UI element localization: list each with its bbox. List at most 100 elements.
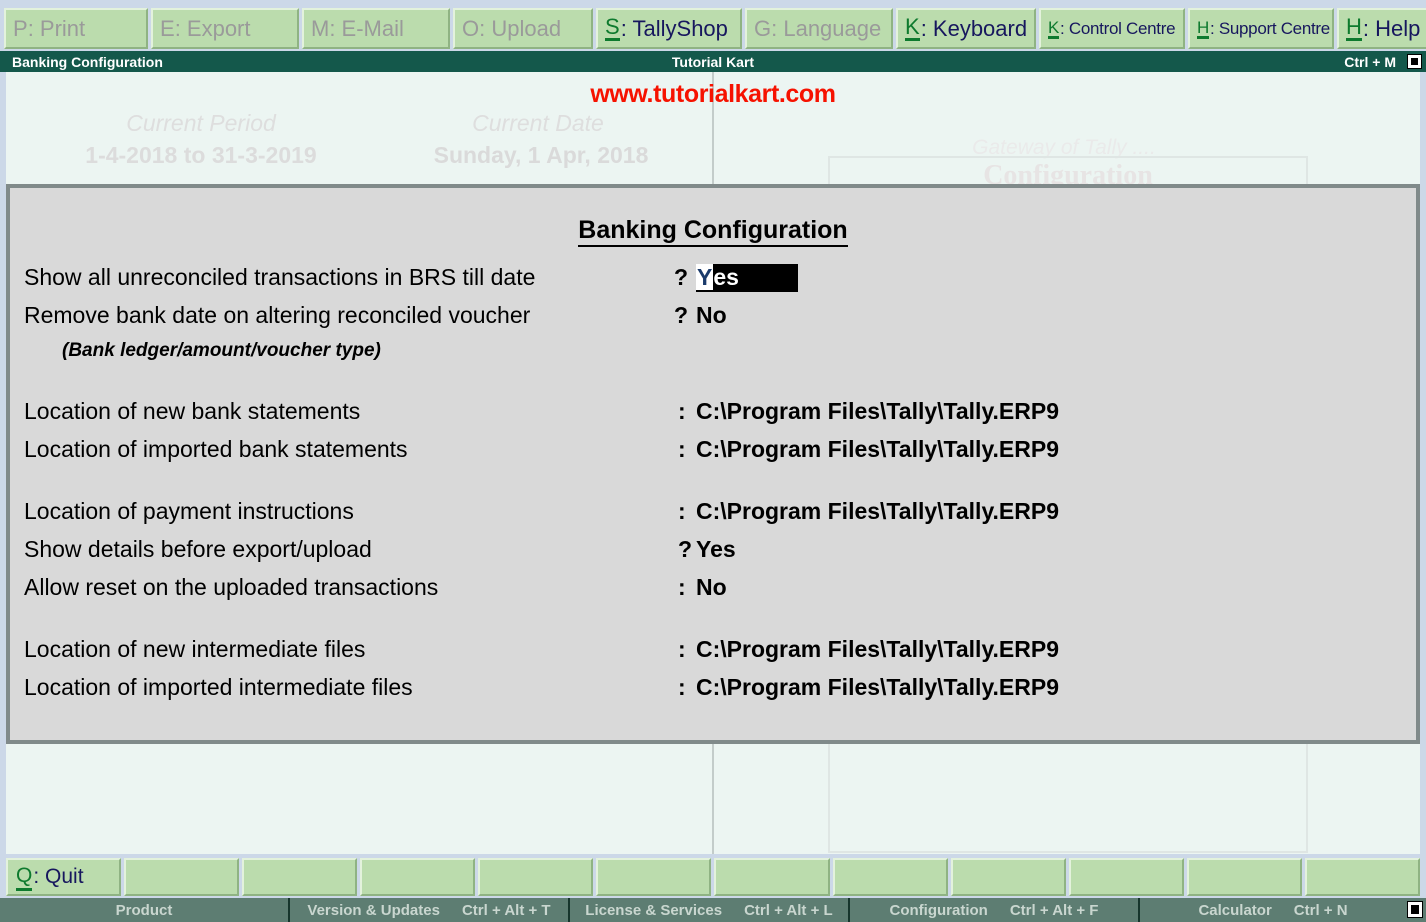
toolbar-button-support-centre[interactable]: H: Support Centre <box>1188 8 1334 49</box>
toolbar-button-label: : Support Centre <box>1209 19 1330 38</box>
toolbar-button-e-mail: M: E-Mail <box>302 8 450 49</box>
toolbar-button-label: : TallyShop <box>620 15 728 41</box>
config-row-value[interactable]: No <box>696 574 727 601</box>
top-button-bar: P: Print E: Export M: E-Mail O: Upload S: Ta… <box>0 8 1426 49</box>
toolbar-hotkey: M <box>311 15 330 41</box>
config-row-note: (Bank ledger/amount/voucher type) <box>10 340 1416 374</box>
function-button-empty-7 <box>832 858 948 896</box>
config-row-value[interactable]: Yes <box>696 536 736 563</box>
toolbar-button-print: P: Print <box>4 8 148 49</box>
config-row-separator: : <box>678 636 686 662</box>
function-hotkey: Q <box>16 864 33 891</box>
function-button-empty-9 <box>1068 858 1184 896</box>
config-row[interactable]: Show all unreconciled transactions in BR… <box>10 264 1416 302</box>
function-button-empty-6 <box>714 858 830 896</box>
config-row[interactable]: Show details before export/upload? Yes <box>10 536 1416 574</box>
toolbar-button-label: : Help <box>1362 15 1421 41</box>
status-cell-product[interactable]: Product <box>0 898 290 922</box>
config-row-value[interactable]: C:\Program Files\Tally\Tally.ERP9 <box>696 436 1059 463</box>
config-note-text: (Bank ledger/amount/voucher type) <box>62 340 381 361</box>
config-row[interactable]: Location of payment instructions: C:\Prog… <box>10 498 1416 536</box>
status-cell-shortcut: Ctrl + Alt + T <box>461 901 551 919</box>
config-row-separator: ? <box>678 536 693 562</box>
toolbar-button-label: : Export <box>174 15 251 41</box>
toolbar-button-keyboard[interactable]: K: Keyboard <box>896 8 1036 49</box>
toolbar-hotkey: P <box>13 15 28 41</box>
config-row-label: Location of new intermediate files <box>24 636 366 662</box>
config-row-label: Location of imported intermediate files <box>24 674 413 700</box>
config-row[interactable]: Location of new intermediate files: C:\Pr… <box>10 636 1416 674</box>
config-row-label: Location of new bank statements <box>24 398 361 424</box>
config-row-value-text: es <box>713 264 739 290</box>
config-row-value[interactable]: C:\Program Files\Tally\Tally.ERP9 <box>696 674 1059 701</box>
config-row[interactable]: Location of imported intermediate files:… <box>10 674 1416 712</box>
function-button-empty-11 <box>1304 858 1420 896</box>
function-button-empty-10 <box>1186 858 1302 896</box>
toolbar-button-label: : Upload <box>479 15 562 41</box>
toolbar-hotkey: O <box>462 15 480 41</box>
status-cell-license-services[interactable]: License & Services Ctrl + Alt + L <box>570 898 850 922</box>
config-row[interactable]: Location of imported bank statements: C:\… <box>10 436 1416 474</box>
toolbar-hotkey: S <box>605 14 620 41</box>
toolbar-button-label: : Control Centre <box>1060 19 1176 38</box>
function-button-empty-5 <box>596 858 712 896</box>
toolbar-button-help[interactable]: H: Help <box>1337 8 1426 49</box>
config-row-separator: : <box>678 398 686 424</box>
bottom-function-bar: Q: Quit <box>6 858 1420 896</box>
toolbar-button-upload: O: Upload <box>453 8 593 49</box>
function-button-quit[interactable]: Q: Quit <box>6 858 122 896</box>
function-button-empty-1 <box>124 858 240 896</box>
status-bar-toggle-icon[interactable] <box>1407 901 1423 918</box>
config-row[interactable]: Location of new bank statements: C:\Progr… <box>10 398 1416 436</box>
status-cell-label: Calculator <box>1198 901 1272 919</box>
config-row-separator: ? <box>674 302 689 328</box>
function-button-empty-8 <box>950 858 1066 896</box>
toolbar-hotkey: H <box>1346 14 1362 41</box>
config-row-separator: : <box>678 674 686 700</box>
config-row-value[interactable]: C:\Program Files\Tally\Tally.ERP9 <box>696 636 1059 663</box>
toolbar-hotkey: K <box>905 14 920 41</box>
watermark-text: www.tutorialkart.com <box>590 80 836 108</box>
current-period-value: 1-4-2018 to 31-3-2019 <box>85 142 317 168</box>
config-row-separator: : <box>678 498 686 524</box>
status-cell-version-updates[interactable]: Version & Updates Ctrl + Alt + T <box>290 898 570 922</box>
config-row-label: Allow reset on the uploaded transactions <box>24 574 439 600</box>
toolbar-button-label: : E-Mail <box>329 15 404 41</box>
minimize-icon[interactable] <box>1407 54 1422 69</box>
banking-configuration-dialog: Banking Configuration Show all unreconci… <box>6 184 1420 744</box>
toolbar-button-label: : Print <box>27 15 86 41</box>
function-button-label: : Quit <box>33 865 84 888</box>
text-cursor: Y <box>696 264 714 290</box>
config-row-label: Remove bank date on altering reconciled … <box>24 302 531 328</box>
status-cell-shortcut: Ctrl + N <box>1293 901 1348 919</box>
status-cell-label: Product <box>115 901 173 919</box>
title-bar-shortcut: Ctrl + M <box>1344 53 1396 70</box>
row-spacer <box>10 374 1416 398</box>
config-row-value[interactable]: C:\Program Files\Tally\Tally.ERP9 <box>696 398 1059 425</box>
status-cell-calculator[interactable]: Calculator Ctrl + N <box>1140 898 1406 922</box>
title-bar-company-name: Tutorial Kart <box>671 53 755 70</box>
status-cell-configuration[interactable]: Configuration Ctrl + Alt + F <box>850 898 1140 922</box>
toolbar-button-export: E: Export <box>151 8 299 49</box>
config-row-separator: ? <box>674 264 689 290</box>
toolbar-button-control-centre[interactable]: K: Control Centre <box>1039 8 1185 49</box>
status-cell-label: License & Services <box>585 901 723 919</box>
function-button-empty-4 <box>478 858 594 896</box>
status-bar: Product Version & Updates Ctrl + Alt + T Li… <box>0 898 1426 922</box>
config-row[interactable]: Allow reset on the uploaded transactions… <box>10 574 1416 612</box>
config-row-value[interactable]: C:\Program Files\Tally\Tally.ERP9 <box>696 498 1059 525</box>
config-row-value[interactable]: No <box>696 302 727 329</box>
row-spacer <box>10 474 1416 498</box>
config-row-label: Location of imported bank statements <box>24 436 408 462</box>
toolbar-button-tallyshop[interactable]: S: TallyShop <box>596 8 742 49</box>
config-row-label: Show details before export/upload <box>24 536 372 562</box>
toolbar-button-language: G: Language <box>745 8 893 49</box>
toolbar-button-label: : Language <box>771 15 882 41</box>
toolbar-hotkey: G <box>754 15 772 41</box>
config-row-value[interactable]: Yes <box>696 264 798 292</box>
config-row-separator: : <box>678 574 686 600</box>
function-button-empty-2 <box>242 858 358 896</box>
dialog-title: Banking Configuration <box>10 216 1416 247</box>
status-cell-label: Version & Updates <box>307 901 440 919</box>
config-row[interactable]: Remove bank date on altering reconciled … <box>10 302 1416 340</box>
